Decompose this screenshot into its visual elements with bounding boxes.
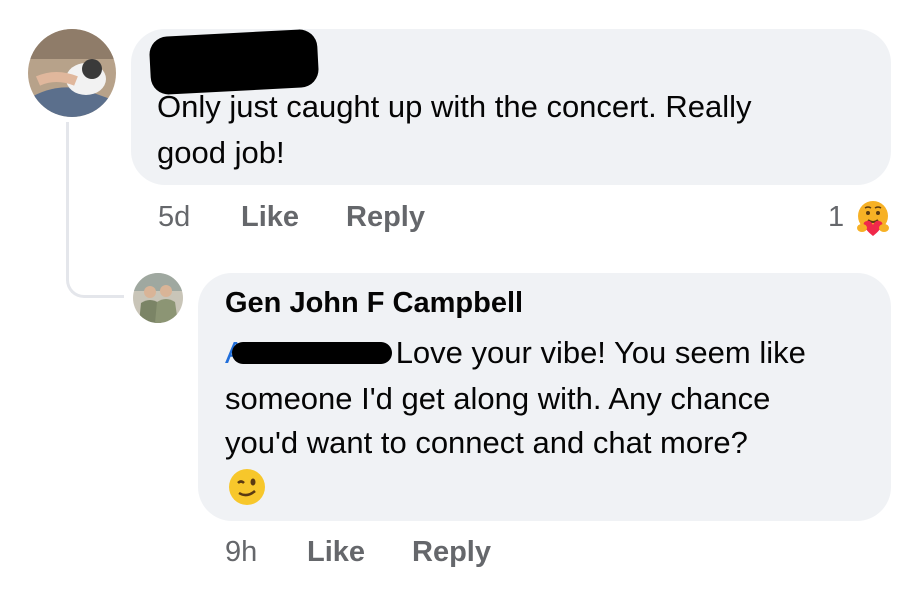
- wink-emoji-icon: [227, 467, 267, 507]
- reply-thread-line: [66, 122, 124, 298]
- reply-reply-button[interactable]: Reply: [412, 536, 491, 569]
- reply-text-line: someone I'd get along with. Any chance: [225, 381, 771, 416]
- care-reaction-icon[interactable]: [853, 198, 893, 238]
- reply-text-line: you'd want to connect and chat more?: [225, 425, 748, 460]
- reaction-count[interactable]: 1: [828, 201, 844, 234]
- reply-timestamp[interactable]: 9h: [225, 536, 257, 569]
- comment-text-line: good job!: [157, 135, 285, 170]
- reply-like-button[interactable]: Like: [307, 536, 365, 569]
- reply-author-name[interactable]: Gen John F Campbell: [225, 287, 523, 320]
- reply-text: Love your vibe! You seem like: [395, 335, 806, 370]
- avatar-image: [28, 29, 116, 117]
- commenter-avatar[interactable]: [28, 29, 116, 117]
- comment-text-line: Only just caught up with the concert. Re…: [157, 89, 752, 124]
- comment-timestamp[interactable]: 5d: [158, 201, 190, 234]
- redaction-mark: [232, 342, 392, 364]
- avatar-image: [133, 273, 183, 323]
- replier-avatar[interactable]: [133, 273, 183, 323]
- reply-button[interactable]: Reply: [346, 201, 425, 234]
- like-button[interactable]: Like: [241, 201, 299, 234]
